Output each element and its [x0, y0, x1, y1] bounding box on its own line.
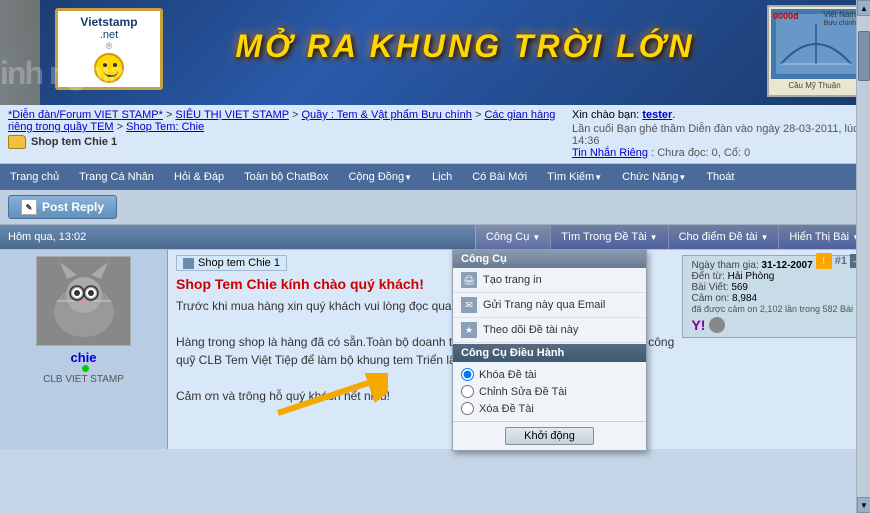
dropdown-radio-group: Khóa Đề tài Chỉnh Sửa Đề Tài Xóa Đề Tài [453, 362, 646, 421]
dropdown-item-taotrangin[interactable]: 🖨 Tạo trang in [453, 268, 646, 293]
nav-trangcanhan[interactable]: Trang Cá Nhân [69, 164, 164, 190]
post-row: chie CLB VIET STAMP ! #1 — Ngày tham gia… [0, 249, 870, 449]
shop-title-icon [183, 258, 194, 269]
thanks-label: Cảm on: [691, 293, 729, 304]
dropdown-item-guiemail[interactable]: ✉ Gửi Trang này qua Email [453, 293, 646, 318]
thanks-value: 8,984 [732, 293, 757, 304]
received-label: đã được cảm on 2,102 lần trong 582 Bài [691, 304, 853, 314]
post-number: #1 [835, 255, 847, 267]
yahoo-icon: Y! [691, 317, 705, 333]
breadcrumb-link-sieuthi[interactable]: SIÊU THỊ VIET STAMP [175, 109, 289, 121]
dropdown-section-dieuhanh: Công Cụ Điều Hành [453, 344, 646, 362]
user-avatar [36, 256, 131, 346]
congcu-dropdown: Công Cụ 🖨 Tạo trang in ✉ Gửi Trang này q… [452, 249, 647, 451]
main-content: Hôm qua, 13:02 Công Cụ▼ Tìm Trong Đề Tài… [0, 225, 870, 449]
user-info-panel: Xin chào bạn: tester. Lần cuối Bạn ghé t… [572, 109, 862, 159]
scroll-thumb[interactable] [858, 31, 870, 81]
nav-thoat[interactable]: Thoát [696, 164, 744, 190]
email-icon: ✉ [461, 297, 477, 313]
avatar-svg [37, 257, 131, 346]
menu-timtrongdetai[interactable]: Tìm Trong Đề Tài▼ [550, 225, 667, 249]
radio-item-khoa: Khóa Đề tài [461, 366, 638, 383]
scrollbar-right: ▲ ▼ [856, 0, 870, 513]
breadcrumb-link-shop[interactable]: Shop Tem: Chie [126, 121, 204, 133]
thread-post-time: Hôm qua, 13:02 [0, 225, 94, 249]
side-text: inh nghia [0, 55, 124, 92]
warning-icon: ! [816, 253, 832, 269]
radio-item-xoa: Xóa Đề Tài [461, 400, 638, 417]
post-reply-button[interactable]: ✎ Post Reply [8, 195, 117, 219]
breadcrumb-area: *Diễn đàn/Forum VIET STAMP* > SIÊU THỊ V… [0, 105, 870, 164]
nav-chucnang[interactable]: Chức Năng▼ [612, 164, 696, 190]
subscribe-icon: ★ [461, 322, 477, 338]
online-indicator [82, 365, 89, 372]
breadcrumb: *Diễn đàn/Forum VIET STAMP* > SIÊU THỊ V… [8, 109, 564, 133]
nav-congdong[interactable]: Cộng Đồng▼ [338, 164, 422, 190]
nav-trangchu[interactable]: Trang chủ [0, 164, 69, 190]
radio-xoa[interactable] [461, 402, 474, 415]
user-group: CLB VIET STAMP [43, 374, 124, 385]
edit-icon: ✎ [21, 199, 37, 215]
arrow-svg [268, 373, 388, 423]
header-stamp: Việt Nam Bưu chính 0000đ Cầu Mỹ Thuận [767, 5, 862, 97]
folder-icon [8, 135, 26, 149]
scroll-down-right-btn[interactable]: ▼ [857, 497, 870, 513]
print-icon: 🖨 [461, 272, 477, 288]
arrow-indicator [268, 373, 388, 426]
dropdown-submit-row: Khởi động [453, 421, 646, 450]
msn-icon [709, 317, 725, 333]
breadcrumb-link-quay[interactable]: Quầy : Tem & Vật phẩm Bưu chính [301, 109, 471, 121]
dropdown-submit-btn[interactable]: Khởi động [505, 427, 594, 445]
shop-folder: Shop tem Chie 1 [8, 135, 564, 149]
pm-info: Tin Nhắn Riêng : Chưa đọc: 0, Cổ: 0 [572, 147, 862, 159]
header-title: MỞ RA KHUNG TRỜI LỚN [180, 28, 750, 65]
pm-link[interactable]: Tin Nhắn Riêng [572, 147, 648, 159]
menu-choidemdetai[interactable]: Cho điểm Đề tài▼ [668, 225, 779, 249]
from-label: Đến từ: [691, 271, 724, 282]
from-value: Hải Phòng [728, 271, 775, 282]
post-meta: chie CLB VIET STAMP [0, 250, 168, 449]
nav-lich[interactable]: Lịch [422, 164, 462, 190]
radio-item-chinhsua: Chỉnh Sửa Đề Tài [461, 383, 638, 400]
site-header: Vietstamp .net ® MỞ RA KHUNG TRỜI LỚN in… [0, 0, 870, 105]
nav-cobaimoi[interactable]: Có Bài Mới [462, 164, 537, 190]
breadcrumb-link-forum[interactable]: *Diễn đàn/Forum VIET STAMP* [8, 109, 163, 121]
navbar: Trang chủ Trang Cá Nhân Hỏi & Đáp Toàn b… [0, 164, 870, 190]
dropdown-item-theodoi[interactable]: ★ Theo dõi Đề tài này [453, 318, 646, 343]
shop-title-badge: Shop tem Chie 1 [176, 255, 287, 271]
nav-timkiem[interactable]: Tìm Kiếm▼ [537, 164, 612, 190]
join-date: 31-12-2007 [762, 260, 813, 271]
dropdown-section-congcu: Công Cụ [453, 250, 646, 268]
post-username-link[interactable]: chie [70, 350, 96, 365]
scroll-track [857, 16, 870, 497]
logo-text: Vietstamp [80, 15, 137, 29]
join-date-label: Ngày tham gia: [691, 260, 758, 271]
post-reply-bar: ✎ Post Reply [0, 190, 870, 225]
social-icons: Y! [691, 317, 853, 333]
nav-chatbox[interactable]: Toàn bộ ChatBox [234, 164, 338, 190]
menu-congcu[interactable]: Công Cụ▼ [475, 225, 550, 249]
thread-header-bar: Hôm qua, 13:02 Công Cụ▼ Tìm Trong Đề Tài… [0, 225, 870, 249]
breadcrumb-links: *Diễn đàn/Forum VIET STAMP* > SIÊU THỊ V… [8, 109, 564, 159]
posts-value: 569 [731, 282, 748, 293]
radio-khoa[interactable] [461, 368, 474, 381]
radio-chinhsua[interactable] [461, 385, 474, 398]
scroll-up-right-btn[interactable]: ▲ [857, 0, 870, 16]
last-visit: Lần cuối Bạn ghé thăm Diễn đàn vào ngày … [572, 123, 862, 147]
username-link[interactable]: tester [642, 109, 672, 121]
posts-label: Bài Viết: [691, 282, 728, 293]
logo-net: .net [100, 29, 118, 41]
thread-menus: Công Cụ▼ Tìm Trong Đề Tài▼ Cho điểm Đề t… [475, 225, 870, 249]
nav-hoidap[interactable]: Hỏi & Đáp [164, 164, 234, 190]
shop-label: Shop tem Chie 1 [31, 136, 117, 148]
